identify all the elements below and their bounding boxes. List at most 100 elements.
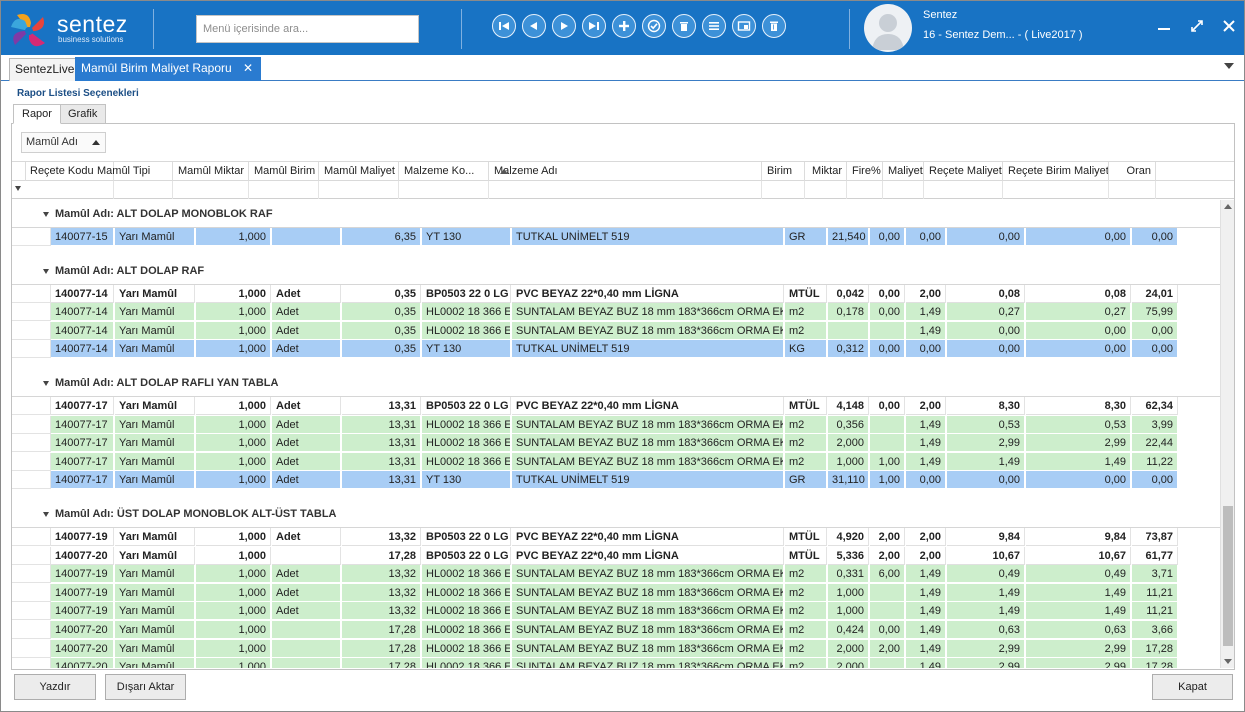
filter-cell[interactable] — [320, 181, 399, 199]
filter-row[interactable] — [12, 181, 1234, 199]
row-indicator[interactable] — [12, 321, 51, 340]
add-button[interactable] — [612, 14, 636, 38]
export-button[interactable]: Dışarı Aktar — [105, 674, 186, 700]
row-indicator[interactable] — [12, 583, 51, 602]
table-row[interactable]: 140077-14 Yarı Mamûl 1,000 Adet 0,35 BP0503 2… — [12, 284, 1220, 303]
group-row[interactable]: Mamûl Adı: ÜST DOLAP MONOBLOK ALT-ÜST TA… — [12, 498, 1220, 528]
subtab-rapor[interactable]: Rapor — [13, 104, 61, 124]
column-header[interactable]: Mamûl Miktar — [174, 162, 249, 182]
group-row[interactable]: Mamûl Adı: ALT DOLAP RAF — [12, 254, 1220, 285]
list-button[interactable] — [702, 14, 726, 38]
column-header[interactable]: Miktar — [806, 162, 847, 182]
vertical-scrollbar[interactable] — [1220, 200, 1234, 668]
delete-button[interactable] — [672, 14, 696, 38]
row-indicator[interactable] — [12, 340, 51, 359]
tab-sentezlive[interactable]: SentezLive — [9, 58, 81, 81]
column-header[interactable]: Mamûl Maliyet — [320, 162, 399, 182]
row-indicator[interactable] — [12, 303, 51, 322]
table-row[interactable]: 140077-19 Yarı Mamûl 1,000 Adet 13,32 HL0002 … — [12, 583, 1220, 602]
group-row[interactable]: Mamûl Adı: ALT DOLAP MONOBLOK RAF — [12, 200, 1220, 228]
table-row[interactable]: 140077-14 Yarı Mamûl 1,000 Adet 0,35 YT 130 TU… — [12, 340, 1220, 359]
table-row[interactable]: 140077-19 Yarı Mamûl 1,000 Adet 13,32 BP0503 … — [12, 528, 1220, 546]
table-row[interactable]: 140077-17 Yarı Mamûl 1,000 Adet 13,31 HL0002 … — [12, 434, 1220, 453]
close-button[interactable]: Kapat — [1152, 674, 1233, 700]
filter-cell[interactable] — [250, 181, 319, 199]
scroll-up-icon[interactable] — [1224, 204, 1232, 209]
row-indicator[interactable] — [12, 434, 51, 453]
table-row[interactable]: 140077-15 Yarı Mamûl 1,000 6,35 YT 130 TUTKAL… — [12, 228, 1220, 246]
column-header[interactable]: Oran — [1110, 162, 1156, 182]
table-row[interactable]: 140077-19 Yarı Mamûl 1,000 Adet 13,32 HL0002 … — [12, 565, 1220, 584]
group-by-chip[interactable]: Mamûl Adı — [21, 132, 106, 153]
table-row[interactable]: 140077-14 Yarı Mamûl 1,000 Adet 0,35 HL0002 1… — [12, 303, 1220, 322]
next-record-button[interactable] — [552, 14, 576, 38]
table-row[interactable]: 140077-17 Yarı Mamûl 1,000 Adet 13,31 YT 130 T… — [12, 471, 1220, 490]
filter-icon[interactable] — [15, 186, 21, 191]
table-row[interactable]: 140077-14 Yarı Mamûl 1,000 Adet 0,35 HL0002 1… — [12, 321, 1220, 340]
row-indicator[interactable] — [12, 471, 51, 490]
scroll-down-icon[interactable] — [1224, 659, 1232, 664]
menu-search-input[interactable] — [196, 15, 419, 43]
table-row[interactable]: 140077-20 Yarı Mamûl 1,000 17,28 BP0503 22 0… — [12, 546, 1220, 565]
row-indicator[interactable] — [12, 546, 51, 565]
user-avatar[interactable] — [864, 4, 912, 52]
row-indicator[interactable] — [12, 397, 51, 415]
group-row[interactable]: Mamûl Adı: ALT DOLAP RAFLI YAN TABLA — [12, 367, 1220, 397]
filter-cell[interactable] — [806, 181, 847, 199]
window-button[interactable] — [732, 14, 756, 38]
filter-cell[interactable] — [174, 181, 249, 199]
row-indicator[interactable] — [12, 528, 51, 546]
table-row[interactable]: 140077-20 Yarı Mamûl 1,000 17,28 HL0002 18 3… — [12, 658, 1220, 668]
filter-cell[interactable] — [848, 181, 883, 199]
collapse-group-icon[interactable] — [43, 512, 49, 517]
close-tab-icon[interactable]: ✕ — [243, 61, 253, 75]
row-indicator[interactable] — [12, 228, 51, 246]
maximize-button[interactable] — [1188, 17, 1206, 35]
column-header[interactable]: Mamûl Birim — [250, 162, 319, 182]
print-button[interactable]: Yazdır — [14, 674, 96, 700]
column-header[interactable]: Birim — [763, 162, 805, 182]
table-row[interactable]: 140077-19 Yarı Mamûl 1,000 Adet 13,32 HL0002 … — [12, 602, 1220, 621]
tab-mamul-birim-maliyet-raporu[interactable]: Mamûl Birim Maliyet Raporu ✕ — [75, 57, 261, 81]
row-indicator[interactable] — [12, 565, 51, 584]
filter-cell[interactable] — [1004, 181, 1109, 199]
filter-cell[interactable] — [93, 181, 173, 199]
filter-cell[interactable] — [763, 181, 805, 199]
trash-button[interactable] — [762, 14, 786, 38]
row-indicator[interactable] — [12, 621, 51, 639]
collapse-group-icon[interactable] — [43, 268, 49, 274]
row-indicator[interactable] — [12, 452, 51, 471]
prev-record-button[interactable] — [522, 14, 546, 38]
row-indicator[interactable] — [12, 639, 51, 658]
column-header[interactable]: Fire% — [848, 162, 883, 182]
collapse-group-icon[interactable] — [43, 212, 49, 217]
company-name[interactable]: 16 - Sentez Dem... - ( Live2017 ) — [923, 29, 1083, 41]
row-indicator[interactable] — [12, 284, 51, 303]
minimize-button[interactable] — [1155, 17, 1173, 35]
subtab-grafik[interactable]: Grafik — [59, 104, 107, 124]
table-row[interactable]: 140077-17 Yarı Mamûl 1,000 Adet 13,31 BP0503 … — [12, 397, 1220, 415]
column-header[interactable]: Mamûl Tipi — [93, 162, 173, 182]
tab-list-dropdown-icon[interactable] — [1224, 63, 1234, 69]
filter-cell[interactable] — [490, 181, 762, 199]
column-header[interactable]: Reçete Maliyet — [925, 162, 1003, 182]
filter-cell[interactable] — [925, 181, 1003, 199]
row-indicator[interactable] — [12, 658, 51, 668]
scroll-thumb[interactable] — [1223, 506, 1233, 646]
collapse-group-icon[interactable] — [43, 381, 49, 386]
table-row[interactable]: 140077-17 Yarı Mamûl 1,000 Adet 13,31 HL0002 … — [12, 415, 1220, 434]
table-row[interactable]: 140077-20 Yarı Mamûl 1,000 17,28 HL0002 18 3… — [12, 639, 1220, 658]
filter-cell[interactable] — [400, 181, 489, 199]
table-row[interactable]: 140077-17 Yarı Mamûl 1,000 Adet 13,31 HL0002 … — [12, 452, 1220, 471]
first-record-button[interactable] — [492, 14, 516, 38]
filter-cell[interactable] — [1110, 181, 1156, 199]
column-header[interactable]: Malzeme Adı — [490, 162, 762, 182]
row-indicator[interactable] — [12, 602, 51, 621]
column-header[interactable]: Maliyet — [884, 162, 924, 182]
last-record-button[interactable] — [582, 14, 606, 38]
approve-button[interactable] — [642, 14, 666, 38]
column-header[interactable]: Reçete Birim Maliyet — [1004, 162, 1109, 182]
close-window-button[interactable] — [1220, 17, 1238, 35]
column-header[interactable]: Malzeme Ko... — [400, 162, 489, 182]
row-indicator[interactable] — [12, 415, 51, 434]
